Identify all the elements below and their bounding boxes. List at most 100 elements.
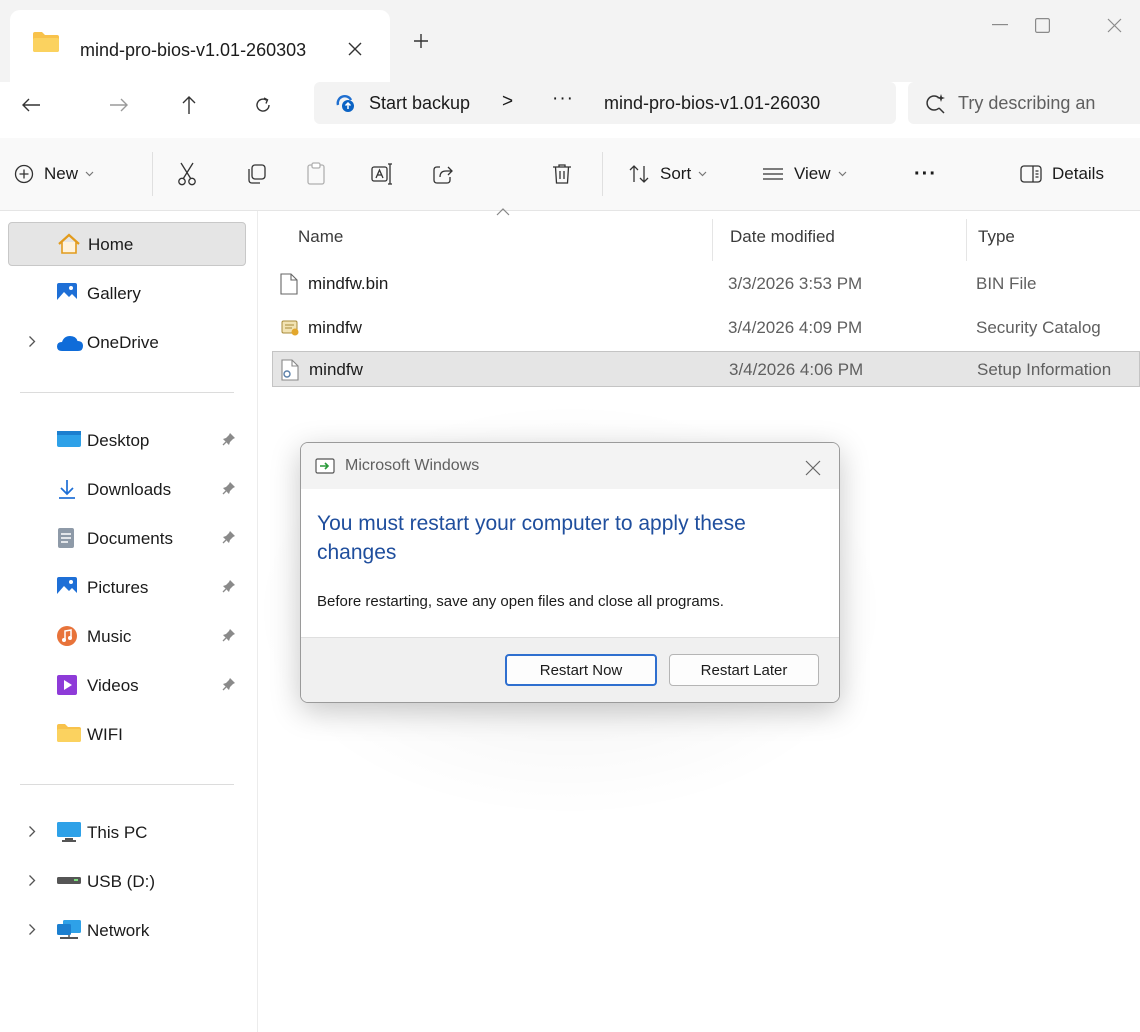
home-icon	[57, 233, 81, 255]
sidebar-item-downloads[interactable]: Downloads	[8, 468, 246, 512]
back-arrow-icon[interactable]	[14, 88, 48, 122]
chevron-down-icon	[85, 171, 94, 177]
sidebar-item-home[interactable]: Home	[8, 222, 246, 266]
sidebar-item-wifi[interactable]: WIFI	[8, 713, 246, 757]
file-row-selected[interactable]: mindfw 3/4/2026 4:06 PM Setup Informatio…	[272, 351, 1140, 387]
rename-button[interactable]	[370, 158, 394, 190]
sidebar-item-videos[interactable]: Videos	[8, 664, 246, 708]
column-date-modified[interactable]: Date modified	[730, 227, 835, 247]
sidebar-item-network[interactable]: Network	[8, 909, 246, 953]
pin-icon[interactable]	[222, 677, 236, 691]
up-arrow-icon[interactable]	[172, 88, 206, 122]
chevron-down-icon	[838, 171, 847, 177]
sidebar-item-label: WIFI	[87, 725, 123, 744]
breadcrumb-more[interactable]: ···	[552, 88, 574, 110]
sidebar-item-onedrive[interactable]: OneDrive	[8, 321, 246, 365]
details-label: Details	[1052, 164, 1104, 183]
chevron-right-icon[interactable]	[28, 825, 36, 838]
minimize-icon[interactable]	[976, 8, 1024, 42]
file-date: 3/4/2026 4:06 PM	[729, 360, 864, 379]
refresh-icon[interactable]	[246, 88, 280, 122]
address-bar[interactable]: Start backup > ··· mind-pro-bios-v1.01-2…	[314, 82, 896, 124]
sidebar-item-desktop[interactable]: Desktop	[8, 419, 246, 463]
run-program-icon	[315, 458, 335, 474]
details-button[interactable]: Details	[1020, 158, 1104, 190]
sidebar-item-pictures[interactable]: Pictures	[8, 566, 246, 610]
dialog-close-icon[interactable]	[801, 456, 825, 480]
pin-icon[interactable]	[222, 530, 236, 544]
copy-icon	[246, 163, 268, 185]
new-button[interactable]: New	[14, 158, 94, 190]
pin-icon[interactable]	[222, 432, 236, 446]
sidebar-item-usb-drive[interactable]: USB (D:)	[8, 860, 246, 904]
close-window-icon[interactable]	[1090, 8, 1138, 42]
list-view-icon	[762, 166, 784, 182]
restart-now-button[interactable]: Restart Now	[505, 654, 657, 686]
column-name[interactable]: Name	[298, 227, 343, 247]
new-tab-icon[interactable]	[408, 28, 434, 54]
sidebar-item-label: USB (D:)	[87, 872, 155, 891]
plus-circle-icon	[14, 164, 34, 184]
backup-icon[interactable]	[334, 93, 356, 113]
chevron-right-icon[interactable]	[28, 874, 36, 887]
search-input[interactable]: Try describing an	[958, 93, 1095, 114]
file-icon	[280, 273, 298, 295]
restart-later-button[interactable]: Restart Later	[669, 654, 819, 686]
sidebar-item-label: Desktop	[87, 431, 150, 450]
desktop-icon	[56, 429, 82, 449]
sort-icon	[628, 164, 650, 184]
delete-button[interactable]	[552, 158, 572, 190]
column-divider[interactable]	[966, 219, 967, 261]
sort-label: Sort	[660, 164, 692, 183]
view-button[interactable]: View	[762, 158, 847, 190]
pin-icon[interactable]	[222, 481, 236, 495]
search-box[interactable]: Try describing an	[908, 82, 1140, 124]
chevron-down-icon	[698, 171, 707, 177]
file-name: mindfw.bin	[308, 274, 389, 293]
file-row[interactable]: mindfw.bin 3/3/2026 3:53 PM BIN File	[272, 266, 1140, 302]
paste-button[interactable]	[306, 158, 326, 190]
dialog-title-bar[interactable]: Microsoft Windows	[301, 443, 839, 489]
sidebar-item-label: OneDrive	[87, 333, 159, 352]
music-icon	[56, 625, 78, 647]
dialog-message: Before restarting, save any open files a…	[317, 593, 724, 610]
chevron-right-icon[interactable]	[28, 335, 36, 348]
pictures-icon	[56, 576, 78, 598]
breadcrumb-separator[interactable]: >	[502, 91, 513, 113]
dialog-heading: You must restart your computer to apply …	[317, 512, 746, 564]
sidebar-item-label: Gallery	[87, 284, 141, 303]
file-date: 3/4/2026 4:09 PM	[728, 318, 863, 337]
column-divider[interactable]	[712, 219, 713, 261]
tab-active[interactable]: mind-pro-bios-v1.01-260303	[10, 10, 390, 82]
sidebar-item-documents[interactable]: Documents	[8, 517, 246, 561]
more-options-button[interactable]: ···	[914, 158, 937, 190]
folder-icon	[56, 723, 82, 743]
sidebar-item-gallery[interactable]: Gallery	[8, 272, 246, 316]
chevron-right-icon[interactable]	[28, 923, 36, 936]
sidebar-item-label: Pictures	[87, 578, 149, 597]
file-name: mindfw	[308, 318, 362, 337]
sidebar-item-this-pc[interactable]: This PC	[8, 811, 246, 855]
file-row[interactable]: mindfw 3/4/2026 4:09 PM Security Catalog	[272, 310, 1140, 346]
sidebar-item-label: Videos	[87, 676, 139, 695]
sort-button[interactable]: Sort	[628, 158, 707, 190]
maximize-icon[interactable]	[1018, 8, 1066, 42]
breadcrumb-current[interactable]: mind-pro-bios-v1.01-26030	[604, 93, 864, 114]
start-backup-label[interactable]: Start backup	[369, 93, 470, 114]
new-label: New	[44, 164, 79, 183]
share-icon	[432, 163, 454, 185]
pin-icon[interactable]	[222, 579, 236, 593]
copy-button[interactable]	[246, 158, 268, 190]
sidebar-item-music[interactable]: Music	[8, 615, 246, 659]
column-type[interactable]: Type	[978, 227, 1015, 247]
close-tab-icon[interactable]	[344, 38, 366, 60]
onedrive-cloud-icon	[56, 334, 84, 352]
sort-ascending-icon	[496, 207, 510, 217]
scissors-icon	[176, 162, 198, 186]
restart-dialog: Microsoft Windows You must restart your …	[300, 442, 840, 703]
pin-icon[interactable]	[222, 628, 236, 642]
cut-button[interactable]	[176, 158, 198, 190]
forward-arrow-icon[interactable]	[102, 88, 136, 122]
setup-information-icon	[281, 359, 299, 381]
share-button[interactable]	[432, 158, 454, 190]
